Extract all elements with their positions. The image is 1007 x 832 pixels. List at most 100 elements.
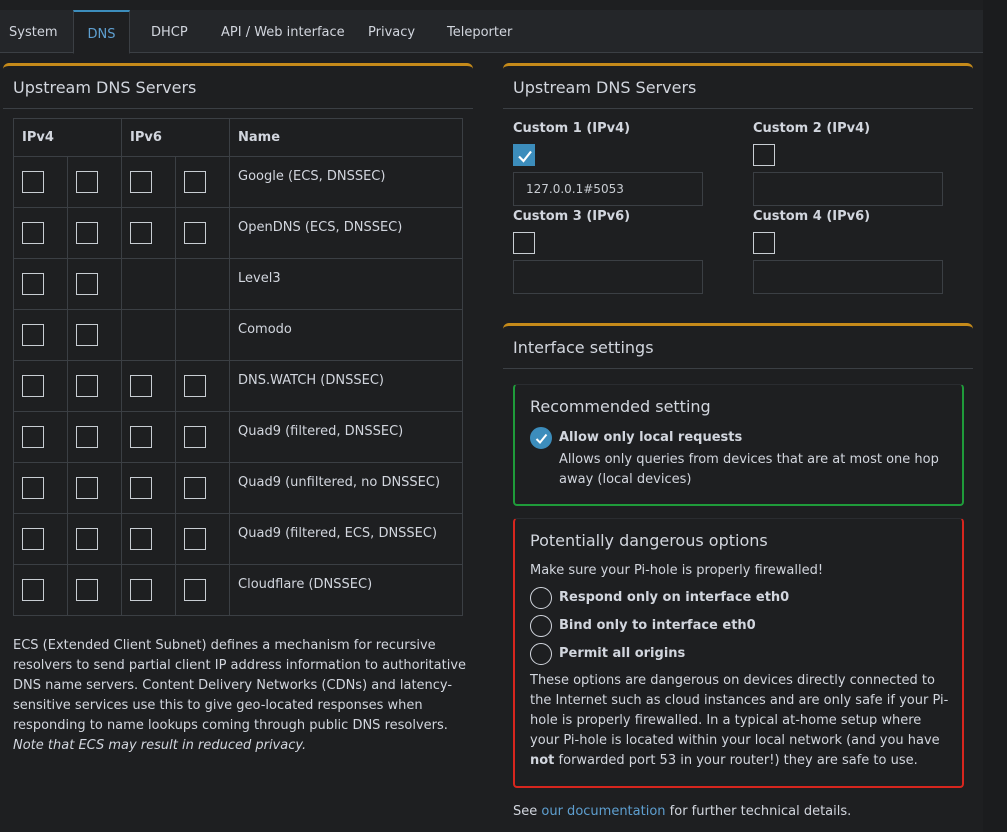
ipv6-b-checkbox[interactable] [184, 477, 206, 499]
allow-local-label[interactable]: Allow only local requests [559, 430, 742, 445]
ipv6-a-checkbox[interactable] [130, 426, 152, 448]
custom1-label: Custom 1 (IPv4) [513, 121, 631, 136]
checkbox-cell [13, 156, 68, 208]
respond-eth0-label[interactable]: Respond only on interface eth0 [559, 590, 789, 605]
ipv4-b-checkbox[interactable] [76, 375, 98, 397]
respond-eth0-radio[interactable] [530, 587, 552, 609]
custom2-checkbox[interactable] [753, 144, 775, 166]
ipv4-a-checkbox[interactable] [22, 222, 44, 244]
ipv6-a-checkbox[interactable] [130, 375, 152, 397]
custom4-input[interactable] [753, 260, 943, 294]
checkbox-cell [175, 462, 230, 514]
recommended-setting-panel: Recommended setting Allow only local req… [513, 384, 964, 506]
tab-privacy[interactable]: Privacy [368, 10, 415, 53]
documentation-footer: See our documentation for further techni… [513, 802, 851, 822]
ipv6-a-checkbox[interactable] [130, 477, 152, 499]
ipv6-a-checkbox[interactable] [130, 171, 152, 193]
upstream-dns-table: IPv4 IPv6 Name Google (ECS, DNSSEC) OpenD… [13, 118, 463, 616]
checkbox-cell [67, 207, 122, 259]
ipv4-header: IPv4 [13, 118, 122, 157]
tab-dns[interactable]: DNS [73, 10, 130, 54]
table-row: Cloudflare (DNSSEC) [13, 564, 463, 616]
table-row: OpenDNS (ECS, DNSSEC) [13, 207, 463, 259]
ipv4-a-checkbox[interactable] [22, 477, 44, 499]
ipv4-a-checkbox[interactable] [22, 579, 44, 601]
custom2-input[interactable] [753, 172, 943, 206]
table-row: Level3 [13, 258, 463, 310]
ipv4-b-checkbox[interactable] [76, 171, 98, 193]
permit-all-label[interactable]: Permit all origins [559, 646, 685, 661]
ipv6-a-checkbox[interactable] [130, 222, 152, 244]
server-name: Cloudflare (DNSSEC) [229, 564, 463, 616]
checkbox-cell [67, 360, 122, 412]
ecs-note: Note that ECS may result in reduced priv… [13, 738, 307, 753]
custom3-checkbox[interactable] [513, 232, 535, 254]
ipv4-a-checkbox[interactable] [22, 324, 44, 346]
permit-all-radio[interactable] [530, 643, 552, 665]
tab-api-web-interface[interactable]: API / Web interface [221, 10, 345, 53]
ipv6-a-checkbox[interactable] [130, 579, 152, 601]
ipv6-b-checkbox[interactable] [184, 528, 206, 550]
ipv4-b-checkbox[interactable] [76, 528, 98, 550]
ipv6-b-checkbox[interactable] [184, 579, 206, 601]
ipv6-a-checkbox[interactable] [130, 528, 152, 550]
checkbox-cell [175, 207, 230, 259]
ipv4-b-checkbox[interactable] [76, 477, 98, 499]
tab-system[interactable]: System [9, 10, 57, 53]
ipv4-b-checkbox[interactable] [76, 222, 98, 244]
ecs-text: ECS (Extended Client Subnet) defines a m… [13, 638, 467, 733]
checkbox-cell [67, 411, 122, 463]
custom3-input[interactable] [513, 260, 703, 294]
checkbox-cell [121, 513, 176, 565]
box-title: Upstream DNS Servers [513, 78, 697, 97]
ipv6-b-checkbox[interactable] [184, 171, 206, 193]
ipv4-a-checkbox[interactable] [22, 171, 44, 193]
table-row: Quad9 (filtered, ECS, DNSSEC) [13, 513, 463, 565]
checkbox-cell [13, 207, 68, 259]
dangerous-text-before: These options are dangerous on devices d… [530, 673, 949, 748]
ipv4-a-checkbox[interactable] [22, 375, 44, 397]
upstream-dns-box-right: Upstream DNS Servers [503, 63, 973, 109]
box-divider [503, 108, 973, 109]
bind-eth0-label[interactable]: Bind only to interface eth0 [559, 618, 756, 633]
table-row: Comodo [13, 309, 463, 361]
ipv6-b-checkbox[interactable] [184, 222, 206, 244]
table-header-row: IPv4 IPv6 Name [13, 118, 463, 157]
ipv4-b-checkbox[interactable] [76, 426, 98, 448]
ipv4-b-checkbox[interactable] [76, 579, 98, 601]
allow-local-radio[interactable] [530, 427, 552, 449]
check-icon [518, 150, 532, 163]
ipv4-b-checkbox[interactable] [76, 273, 98, 295]
firewall-warning: Make sure your Pi-hole is properly firew… [530, 563, 824, 578]
checkbox-cell [175, 309, 230, 361]
dangerous-text-after: forwarded port 53 in your router!) they … [554, 753, 918, 768]
ipv4-a-checkbox[interactable] [22, 273, 44, 295]
recommended-title: Recommended setting [530, 397, 711, 416]
checkbox-cell [175, 513, 230, 565]
table-row: Google (ECS, DNSSEC) [13, 156, 463, 208]
ipv4-b-checkbox[interactable] [76, 324, 98, 346]
checkbox-cell [175, 360, 230, 412]
dangerous-options-panel: Potentially dangerous options Make sure … [513, 518, 964, 788]
custom4-checkbox[interactable] [753, 232, 775, 254]
custom2-label: Custom 2 (IPv4) [753, 121, 871, 136]
settings-tabs: System DNS DHCP API / Web interface Priv… [0, 10, 983, 54]
box-title: Interface settings [513, 338, 654, 357]
documentation-link[interactable]: our documentation [541, 804, 665, 819]
box-title: Upstream DNS Servers [13, 78, 197, 97]
box-divider [3, 108, 473, 109]
ipv6-b-checkbox[interactable] [184, 426, 206, 448]
box-divider [503, 368, 973, 369]
tab-dhcp[interactable]: DHCP [151, 10, 188, 53]
ipv6-b-checkbox[interactable] [184, 375, 206, 397]
checkbox-cell [175, 564, 230, 616]
ipv4-a-checkbox[interactable] [22, 528, 44, 550]
ipv4-a-checkbox[interactable] [22, 426, 44, 448]
name-header: Name [229, 118, 463, 157]
custom3-label: Custom 3 (IPv6) [513, 209, 631, 224]
tab-teleporter[interactable]: Teleporter [447, 10, 512, 53]
bind-eth0-radio[interactable] [530, 615, 552, 637]
custom1-input[interactable]: 127.0.0.1#5053 [513, 172, 703, 206]
checkbox-cell [121, 360, 176, 412]
custom1-checkbox[interactable] [513, 144, 535, 166]
